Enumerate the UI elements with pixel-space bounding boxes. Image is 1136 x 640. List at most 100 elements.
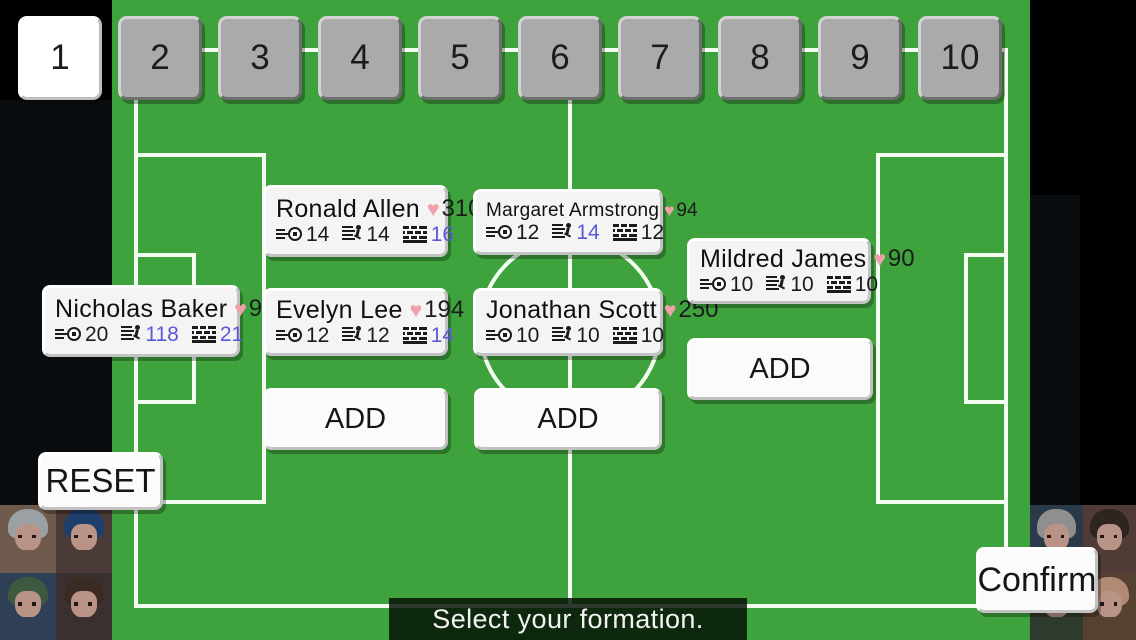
player-name: Mildred James bbox=[700, 244, 867, 273]
heart-icon: ♥ bbox=[664, 200, 675, 220]
roster-sprite[interactable] bbox=[56, 572, 112, 640]
formation-tab-strip: 1 2 3 4 5 6 7 8 9 10 bbox=[0, 0, 1136, 110]
player-stat-shot: 12 bbox=[486, 222, 539, 243]
sprite-eye bbox=[1100, 534, 1105, 539]
sprite-eye bbox=[18, 534, 23, 539]
player-stat-shot: 20 bbox=[55, 324, 108, 345]
roster-sprite[interactable] bbox=[0, 572, 56, 640]
formation-tab-label: 4 bbox=[350, 38, 370, 77]
player-stat-speed: 10 bbox=[766, 274, 814, 295]
sprite-eye bbox=[1113, 534, 1118, 539]
add-forward-button[interactable]: ADD bbox=[687, 338, 873, 400]
player-card-evelyn-lee[interactable]: Evelyn Lee ♥ 194 12 12 14 bbox=[263, 288, 464, 356]
sprite-eye bbox=[74, 602, 79, 606]
player-card-mildred-james[interactable]: Mildred James ♥ 90 10 10 10 bbox=[687, 238, 915, 304]
player-name-row: Mildred James ♥ 90 bbox=[700, 246, 915, 272]
running-figure-icon bbox=[121, 325, 141, 343]
player-name: Evelyn Lee bbox=[276, 295, 403, 324]
formation-tab-7[interactable]: 7 bbox=[618, 16, 702, 100]
sprite-eye bbox=[18, 602, 23, 606]
player-stat-value: 118 bbox=[145, 322, 179, 346]
roster-sprite[interactable] bbox=[0, 505, 56, 573]
right-penalty-box-left bbox=[876, 153, 880, 504]
heart-icon: ♥ bbox=[426, 197, 440, 221]
player-stat-defense: 14 bbox=[402, 323, 455, 347]
player-stat-shot: 10 bbox=[486, 325, 539, 346]
player-stat-speed: 118 bbox=[121, 322, 179, 346]
player-stat-speed: 14 bbox=[342, 224, 390, 245]
formation-tab-label: 5 bbox=[450, 38, 470, 77]
pitch-line-right bbox=[1004, 48, 1008, 608]
sprite-body bbox=[62, 549, 106, 573]
right-penalty-box-bottom bbox=[876, 500, 1008, 504]
reset-button[interactable]: RESET bbox=[38, 452, 163, 510]
heart-icon: ♥ bbox=[873, 247, 886, 271]
formation-tab-4[interactable]: 4 bbox=[318, 16, 402, 100]
player-stat-value: 14 bbox=[306, 222, 330, 246]
player-stat-shot: 14 bbox=[276, 224, 329, 245]
right-goal-box-top bbox=[964, 253, 1008, 257]
formation-tab-label: 6 bbox=[550, 38, 570, 77]
formation-tab-10[interactable]: 10 bbox=[918, 16, 1002, 100]
running-figure-icon bbox=[342, 225, 362, 243]
player-stat-row: 14 14 16 bbox=[276, 224, 454, 245]
player-stat-value: 16 bbox=[430, 222, 455, 246]
formation-tab-label: 9 bbox=[850, 38, 870, 77]
confirm-button[interactable]: Confirm bbox=[976, 547, 1098, 613]
player-name: Jonathan Scott bbox=[486, 295, 657, 324]
formation-tab-1[interactable]: 1 bbox=[18, 16, 102, 100]
player-stat-row: 10 10 10 bbox=[486, 323, 664, 347]
game-screen: 12345678910 Nicholas Baker♥982011821 Ron… bbox=[0, 0, 1136, 640]
heart-icon: ♥ bbox=[664, 298, 677, 322]
player-hp-value: 90 bbox=[887, 245, 915, 272]
formation-tab-9[interactable]: 9 bbox=[818, 16, 902, 100]
formation-tab-label: 1 bbox=[50, 38, 70, 77]
right-goal-box-left bbox=[964, 253, 968, 404]
right-goal-box-bottom bbox=[964, 400, 1008, 404]
add-defender-button[interactable]: ADD bbox=[263, 388, 448, 450]
player-stat-value: 12 bbox=[640, 220, 665, 244]
player-name-row: Evelyn Lee ♥ 194 bbox=[276, 295, 464, 324]
left-sprite-grid[interactable] bbox=[0, 505, 112, 640]
player-name: Ronald Allen bbox=[276, 194, 420, 223]
player-stat-value: 20 bbox=[85, 322, 109, 346]
player-stat-row: 12 14 12 bbox=[486, 222, 664, 243]
player-stat-value: 14 bbox=[430, 323, 455, 347]
player-stat-value: 10 bbox=[576, 323, 600, 347]
soccer-ball-motion-icon bbox=[276, 226, 302, 242]
running-figure-icon bbox=[552, 223, 572, 241]
player-card-margaret-armstrong[interactable]: Margaret Armstrong ♥ 94 12 14 12 bbox=[473, 189, 698, 255]
player-name-row: Jonathan Scott ♥ 250 bbox=[486, 297, 719, 323]
player-name: Nicholas Baker bbox=[55, 294, 228, 323]
player-stat-defense: 21 bbox=[191, 322, 244, 346]
sprite-body bbox=[6, 617, 50, 640]
soccer-ball-motion-icon bbox=[486, 327, 512, 343]
player-stat-defense: 12 bbox=[612, 220, 665, 244]
player-card-ronald-allen[interactable]: Ronald Allen ♥ 310 14 14 16 bbox=[263, 185, 482, 257]
formation-tab-label: 10 bbox=[940, 38, 980, 77]
player-card-nicholas-baker[interactable]: Nicholas Baker♥9820 118 21 bbox=[42, 285, 276, 357]
formation-tab-6[interactable]: 6 bbox=[518, 16, 602, 100]
soccer-ball-motion-icon bbox=[55, 326, 81, 342]
player-name: Margaret Armstrong bbox=[486, 199, 660, 221]
brick-wall-icon bbox=[191, 325, 216, 343]
sprite-body bbox=[1036, 617, 1077, 640]
formation-tab-2[interactable]: 2 bbox=[118, 16, 202, 100]
player-stat-value: 12 bbox=[516, 220, 540, 244]
heart-icon: ♥ bbox=[234, 297, 247, 321]
left-penalty-box-top bbox=[134, 153, 266, 157]
brick-wall-icon bbox=[826, 275, 851, 293]
formation-tab-label: 8 bbox=[750, 38, 770, 77]
formation-tab-5[interactable]: 5 bbox=[418, 16, 502, 100]
player-stat-value: 21 bbox=[219, 322, 244, 346]
left-goal-box-bottom bbox=[134, 400, 196, 404]
add-midfielder-button[interactable]: ADD bbox=[474, 388, 662, 450]
player-stat-speed: 14 bbox=[552, 222, 600, 243]
roster-sprite[interactable] bbox=[56, 505, 112, 573]
formation-tab-3[interactable]: 3 bbox=[218, 16, 302, 100]
player-stat-speed: 10 bbox=[552, 323, 600, 347]
brick-wall-icon bbox=[612, 223, 637, 241]
player-card-jonathan-scott[interactable]: Jonathan Scott ♥ 250 10 10 10 bbox=[473, 288, 719, 356]
sprite-eye bbox=[1047, 534, 1052, 539]
formation-tab-8[interactable]: 8 bbox=[718, 16, 802, 100]
